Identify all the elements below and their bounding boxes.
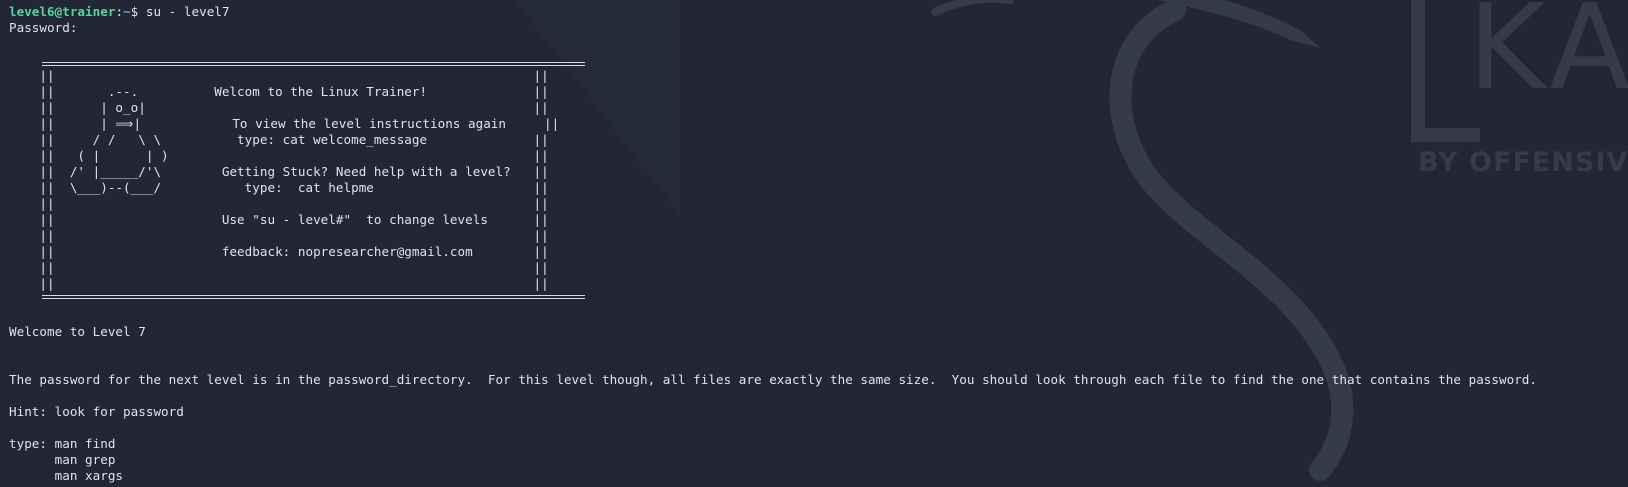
banner-line: || || (9, 260, 549, 275)
hint-line: Hint: look for password (9, 404, 184, 419)
banner-line: || .--. Welcom to the Linux Trainer! || (9, 84, 549, 99)
banner-line: || /' |_____/'\ Getting Stuck? Need help… (9, 164, 549, 179)
banner-line: || || (9, 228, 549, 243)
password-prompt: Password: (9, 20, 78, 35)
command-text: su - level7 (145, 4, 230, 19)
level-description: The password for the next level is in th… (9, 372, 1538, 387)
banner-border-bottom (42, 295, 585, 297)
banner-line: || \___)--(___/ type: cat helpme || (9, 180, 549, 195)
type-line: man grep (9, 452, 116, 467)
banner-border-top (42, 62, 585, 64)
welcome-banner: || || || .--. Welcom to the Linux Traine… (9, 52, 585, 308)
type-line: type: man find (9, 436, 116, 451)
command-line: level6@trainer:~$ su - level7 (9, 4, 230, 19)
banner-line: || || (9, 68, 549, 83)
banner-line: || || (9, 276, 549, 291)
prompt-path: ~ (123, 4, 131, 19)
banner-line: || || (9, 196, 549, 211)
banner-line: || / / \ \ type: cat welcome_message || (9, 132, 549, 147)
type-line: man xargs (9, 468, 124, 483)
banner-line: || | ⟹| To view the level instructions a… (9, 116, 560, 131)
welcome-line: Welcome to Level 7 (9, 324, 146, 339)
banner-line: || feedback: nopresearcher@gmail.com || (9, 244, 549, 259)
banner-line: || | o_o| || (9, 100, 549, 115)
prompt-symbol: $ (130, 4, 146, 19)
banner-line: || ( | | ) || (9, 148, 549, 163)
banner-line: || Use "su - level#" to change levels || (9, 212, 549, 227)
terminal-window[interactable]: level6@trainer:~$ su - level7 Password: … (0, 0, 1628, 487)
prompt-user-host: level6@trainer (9, 4, 116, 19)
